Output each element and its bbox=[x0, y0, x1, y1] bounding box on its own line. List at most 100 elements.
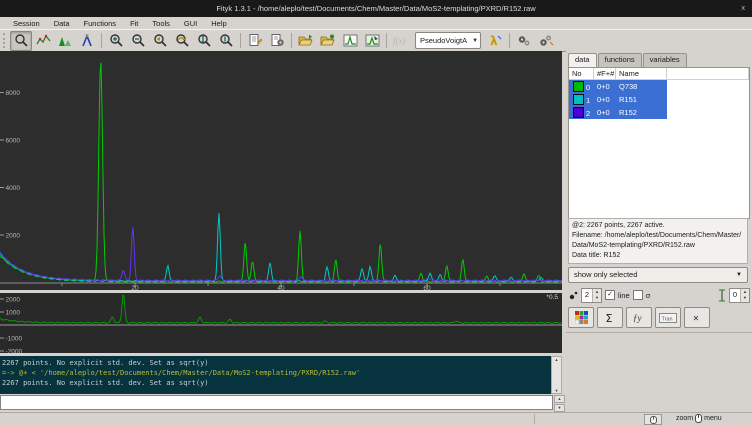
folder-open-icon bbox=[298, 33, 314, 48]
tran-icon: Tran bbox=[659, 311, 677, 324]
output-window[interactable]: 2267 points. No explicit std. dev. Set a… bbox=[0, 356, 562, 394]
data-full-view-button[interactable] bbox=[339, 31, 361, 51]
close-window-button[interactable]: x bbox=[742, 0, 746, 17]
tab-variables[interactable]: variables bbox=[643, 53, 687, 67]
line-checkbox[interactable]: ✓ bbox=[605, 290, 615, 300]
output-scrollbar[interactable]: ▲ ▼ bbox=[551, 356, 562, 394]
vertical-zoom-in-button[interactable] bbox=[193, 31, 215, 51]
dataset-color-swatch[interactable] bbox=[573, 107, 584, 118]
previous-zoom-button[interactable] bbox=[149, 31, 171, 51]
history-up-icon[interactable]: ▲ bbox=[554, 395, 565, 403]
scroll-up-icon[interactable]: ▲ bbox=[555, 357, 559, 362]
dataset-function-count: 0+0 bbox=[594, 93, 616, 106]
input-history-scrollbar[interactable]: ▲ ▼ bbox=[554, 395, 565, 412]
point-size-stepper[interactable]: 2 ▲▼ bbox=[581, 288, 602, 303]
dataset-table[interactable]: No#F+#Name 00+0Q73810+0R15120+0R152 bbox=[568, 67, 750, 219]
data-colors-button[interactable] bbox=[568, 307, 594, 328]
main-plot-canvas[interactable]: 2040602000400060008000 bbox=[0, 51, 562, 290]
divider bbox=[566, 332, 752, 333]
magnifier-icon bbox=[14, 33, 29, 48]
magnifier-plus-icon bbox=[109, 33, 124, 48]
stepper-down-icon[interactable]: ▼ bbox=[741, 295, 749, 302]
sum-button[interactable]: Σ bbox=[597, 307, 623, 328]
stepper-down-icon[interactable]: ▼ bbox=[593, 295, 601, 302]
sigma-checkbox[interactable] bbox=[633, 290, 643, 300]
dataset-row[interactable]: 00+0Q738 bbox=[569, 80, 667, 93]
console-line: =-> @+ < '/home/aleplo/test/Documents/Ch… bbox=[2, 368, 562, 378]
dataset-color-swatch[interactable] bbox=[573, 94, 584, 105]
svg-text:60: 60 bbox=[423, 285, 431, 290]
dataset-number: 2 bbox=[569, 106, 594, 119]
zoom-in-button[interactable] bbox=[105, 31, 127, 51]
fit-settings-button[interactable] bbox=[535, 31, 557, 51]
delete-dataset-button[interactable]: × bbox=[684, 307, 710, 328]
status-bar: zoom menu bbox=[0, 412, 752, 424]
add-peak-mode-button[interactable] bbox=[54, 31, 76, 51]
svg-text:ƒy: ƒy bbox=[633, 313, 642, 323]
toolbar-handle[interactable] bbox=[3, 33, 7, 48]
sigma-checkbox-label: σ bbox=[646, 291, 651, 300]
plot2-icon bbox=[365, 33, 380, 48]
svg-text:λ: λ bbox=[490, 34, 498, 48]
tab-data[interactable]: data bbox=[568, 53, 597, 67]
dataset-number: 0 bbox=[569, 80, 594, 93]
transform-data-button[interactable]: Tran bbox=[655, 307, 681, 328]
right-button-hint: menu bbox=[704, 415, 722, 422]
svg-text:20: 20 bbox=[131, 285, 139, 290]
console-line: 2267 points. No explicit std. dev. Set a… bbox=[2, 378, 562, 388]
palette-icon bbox=[575, 311, 588, 324]
menu-tools[interactable]: Tools bbox=[145, 19, 177, 28]
run-script-button[interactable] bbox=[266, 31, 288, 51]
activate-data-mode-button[interactable] bbox=[76, 31, 98, 51]
data-edit-button[interactable] bbox=[361, 31, 383, 51]
edit-script-button[interactable] bbox=[244, 31, 266, 51]
zoom-mode-button[interactable] bbox=[10, 31, 32, 51]
menu-fit[interactable]: Fit bbox=[123, 19, 145, 28]
svg-text:Σ: Σ bbox=[606, 312, 613, 324]
auto-add-peak-button[interactable]: λ bbox=[484, 31, 506, 51]
menu-functions[interactable]: Functions bbox=[77, 19, 124, 28]
magnifier-undo-icon bbox=[175, 33, 190, 48]
menu-gui[interactable]: GUI bbox=[177, 19, 204, 28]
dataset-row[interactable]: 10+0R151 bbox=[569, 93, 667, 106]
peak-type-select[interactable]: PseudoVoigtA▼ bbox=[415, 32, 481, 49]
dataset-color-swatch[interactable] bbox=[573, 81, 584, 92]
run-fit-button[interactable] bbox=[513, 31, 535, 51]
shift-stepper[interactable]: 0 ▲▼ bbox=[729, 288, 750, 303]
title-bar: Fityk 1.3.1 - /home/aleplo/test/Document… bbox=[0, 0, 752, 17]
vertical-zoom-out-button[interactable] bbox=[215, 31, 237, 51]
svg-text:×: × bbox=[693, 314, 699, 324]
svg-text:f(x): f(x) bbox=[393, 36, 406, 46]
dataset-name: R151 bbox=[616, 93, 667, 106]
history-down-icon[interactable]: ▼ bbox=[554, 404, 565, 412]
zoom-all-button[interactable] bbox=[171, 31, 193, 51]
svg-text:-2000: -2000 bbox=[6, 349, 23, 354]
auxiliary-plot-canvas[interactable]: 20001000-1000-2000 *0.5 bbox=[0, 293, 562, 353]
window-title: Fityk 1.3.1 - /home/aleplo/test/Document… bbox=[216, 4, 535, 13]
menu-session[interactable]: Session bbox=[6, 19, 47, 28]
function-labels-button[interactable]: ƒy bbox=[626, 307, 652, 328]
command-input[interactable] bbox=[0, 395, 553, 410]
scroll-down-icon[interactable]: ▼ bbox=[555, 388, 559, 393]
sidebar-buttons-row: Σƒy Tran × bbox=[568, 307, 710, 328]
dataset-row[interactable]: 20+0R152 bbox=[569, 106, 667, 119]
menubar: SessionDataFunctionsFitToolsGUIHelp bbox=[0, 17, 752, 29]
console-line: 2267 points. No explicit std. dev. Set a… bbox=[2, 358, 562, 368]
magnifier-vminus-icon bbox=[219, 33, 234, 48]
script-run-icon bbox=[270, 33, 285, 48]
magnifier-vplus-icon bbox=[197, 33, 212, 48]
menu-data[interactable]: Data bbox=[47, 19, 77, 28]
show-filter-dropdown[interactable]: show only selected ▼ bbox=[568, 267, 748, 283]
toolbar: f(x) PseudoVoigtA▼ λ bbox=[0, 29, 752, 52]
add-function-button[interactable]: f(x) bbox=[390, 31, 412, 51]
tab-functions[interactable]: functions bbox=[598, 53, 642, 67]
load-data-custom-button[interactable] bbox=[317, 31, 339, 51]
command-input-row: ▲ ▼ bbox=[0, 394, 566, 412]
data-range-mode-button[interactable] bbox=[32, 31, 54, 51]
load-data-button[interactable] bbox=[295, 31, 317, 51]
svg-text:8000: 8000 bbox=[6, 90, 21, 97]
mouse-mode-button[interactable] bbox=[644, 414, 662, 425]
zoom-out-button[interactable] bbox=[127, 31, 149, 51]
lambda-icon: λ bbox=[488, 33, 502, 48]
menu-help[interactable]: Help bbox=[204, 19, 233, 28]
